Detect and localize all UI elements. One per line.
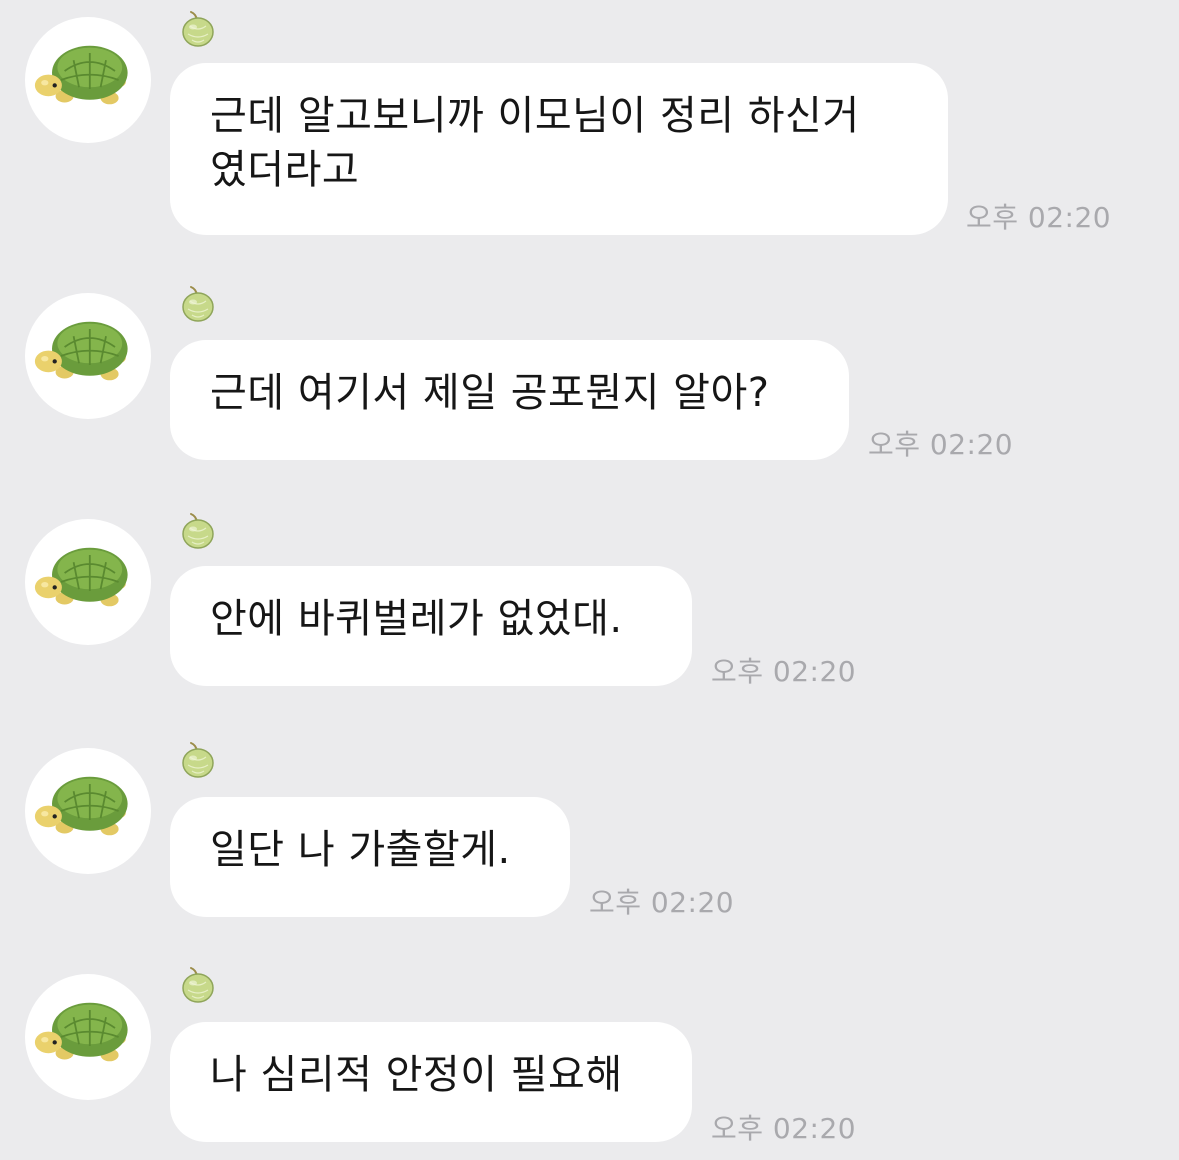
- message-bubble[interactable]: 근데 여기서 제일 공포뭔지 알아?: [170, 340, 849, 460]
- melon-icon: [178, 512, 218, 552]
- message-timestamp: 오후 02:20: [711, 655, 857, 688]
- message-bubble[interactable]: 일단 나 가출할게.: [170, 797, 570, 917]
- melon-icon: [178, 741, 218, 781]
- melon-icon: [178, 966, 218, 1006]
- message-bubble[interactable]: 안에 바퀴벌레가 없었대.: [170, 566, 692, 686]
- message-bubble[interactable]: 근데 알고보니까 이모님이 정리 하신거 였더라고: [170, 63, 948, 235]
- turtle-avatar-icon[interactable]: [25, 748, 151, 874]
- message-timestamp: 오후 02:20: [711, 1112, 857, 1145]
- turtle-avatar-icon[interactable]: [25, 17, 151, 143]
- message-timestamp: 오후 02:20: [589, 886, 735, 919]
- message-timestamp: 오후 02:20: [868, 428, 1014, 461]
- turtle-avatar-icon[interactable]: [25, 293, 151, 419]
- melon-icon: [178, 285, 218, 325]
- melon-icon: [178, 10, 218, 50]
- turtle-avatar-icon[interactable]: [25, 519, 151, 645]
- message-timestamp: 오후 02:20: [966, 201, 1112, 234]
- chat-area[interactable]: 근데 알고보니까 이모님이 정리 하신거 였더라고 오후 02:20 근데 여기…: [0, 0, 1179, 1160]
- message-bubble[interactable]: 나 심리적 안정이 필요해: [170, 1022, 692, 1142]
- turtle-avatar-icon[interactable]: [25, 974, 151, 1100]
